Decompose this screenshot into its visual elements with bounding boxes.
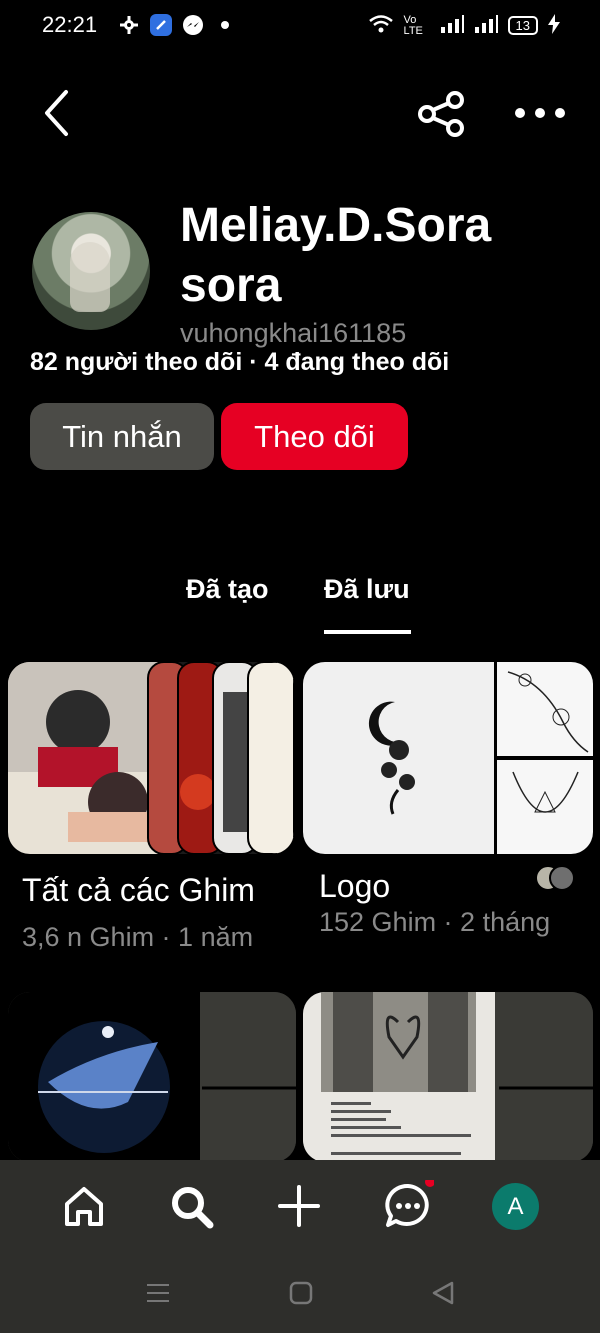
share-button[interactable] xyxy=(415,88,467,140)
nav-messages-button[interactable] xyxy=(382,1180,434,1232)
board-cover-images xyxy=(303,662,593,854)
back-button[interactable] xyxy=(38,88,78,138)
nav-search-button[interactable] xyxy=(165,1180,217,1232)
board-cover-logo[interactable] xyxy=(303,662,593,854)
board-cover-images xyxy=(303,992,593,1162)
profile-name: Meliay.D.Sora sora xyxy=(180,199,492,312)
board-cover-images xyxy=(8,992,296,1162)
app-notification-icon xyxy=(150,14,172,36)
battery-indicator: 13 xyxy=(507,16,538,35)
active-tab-underline xyxy=(324,630,411,634)
nav-profile-avatar[interactable]: A xyxy=(492,1183,539,1230)
board-cover-images xyxy=(8,662,294,854)
follow-button[interactable]: Theo dõi xyxy=(221,403,408,470)
recent-apps-button[interactable] xyxy=(145,1280,171,1311)
back-system-button[interactable] xyxy=(430,1280,456,1311)
menu-icon xyxy=(147,1284,169,1302)
more-horizontal-icon xyxy=(515,108,565,118)
home-system-button[interactable] xyxy=(288,1280,314,1311)
profile-avatar[interactable] xyxy=(32,212,150,330)
signal-icon xyxy=(440,15,464,36)
wifi-icon xyxy=(368,14,394,37)
unread-badge-dot xyxy=(425,1180,434,1187)
charging-icon xyxy=(548,14,560,37)
chevron-left-icon xyxy=(45,90,68,136)
triangle-back-icon xyxy=(432,1281,454,1305)
board-cover-row2-right[interactable] xyxy=(303,992,593,1162)
notification-dot-icon xyxy=(214,14,236,36)
settings-icon xyxy=(118,14,140,36)
profile-username: vuhongkhai161185 xyxy=(180,318,407,348)
nav-home-button[interactable] xyxy=(58,1180,110,1232)
more-options-button[interactable] xyxy=(512,98,568,128)
board-meta-all-pins: 3,6 n Ghim · 1 năm xyxy=(22,922,254,952)
tab-created[interactable]: Đã tạo xyxy=(186,574,269,605)
square-icon xyxy=(289,1281,313,1305)
volte-label: Vo LTE xyxy=(403,13,423,37)
signal-icon-2 xyxy=(474,15,498,36)
board-title-all-pins[interactable]: Tất cả các Ghim xyxy=(22,872,255,909)
status-right: Vo LTE 13 xyxy=(368,14,560,37)
share-icon xyxy=(418,91,464,137)
chat-icon xyxy=(385,1180,434,1227)
board-meta-logo: 152 Ghim · 2 tháng xyxy=(319,907,551,937)
message-button[interactable]: Tin nhắn xyxy=(30,403,214,470)
collaborator-avatars xyxy=(534,864,578,892)
board-title-logo[interactable]: Logo xyxy=(319,868,390,905)
home-icon xyxy=(65,1187,103,1226)
plus-icon xyxy=(278,1185,320,1227)
board-cover-all-pins[interactable] xyxy=(8,662,294,854)
search-icon xyxy=(172,1187,214,1229)
nav-create-button[interactable] xyxy=(273,1180,325,1232)
board-cover-row2-left[interactable] xyxy=(8,992,296,1162)
messenger-icon xyxy=(182,14,204,36)
status-notification-icons xyxy=(118,14,236,36)
tab-saved[interactable]: Đã lưu xyxy=(324,574,410,605)
status-time: 22:21 xyxy=(42,12,98,37)
follow-stats[interactable]: 82 người theo dõi · 4 đang theo dõi xyxy=(30,348,449,377)
